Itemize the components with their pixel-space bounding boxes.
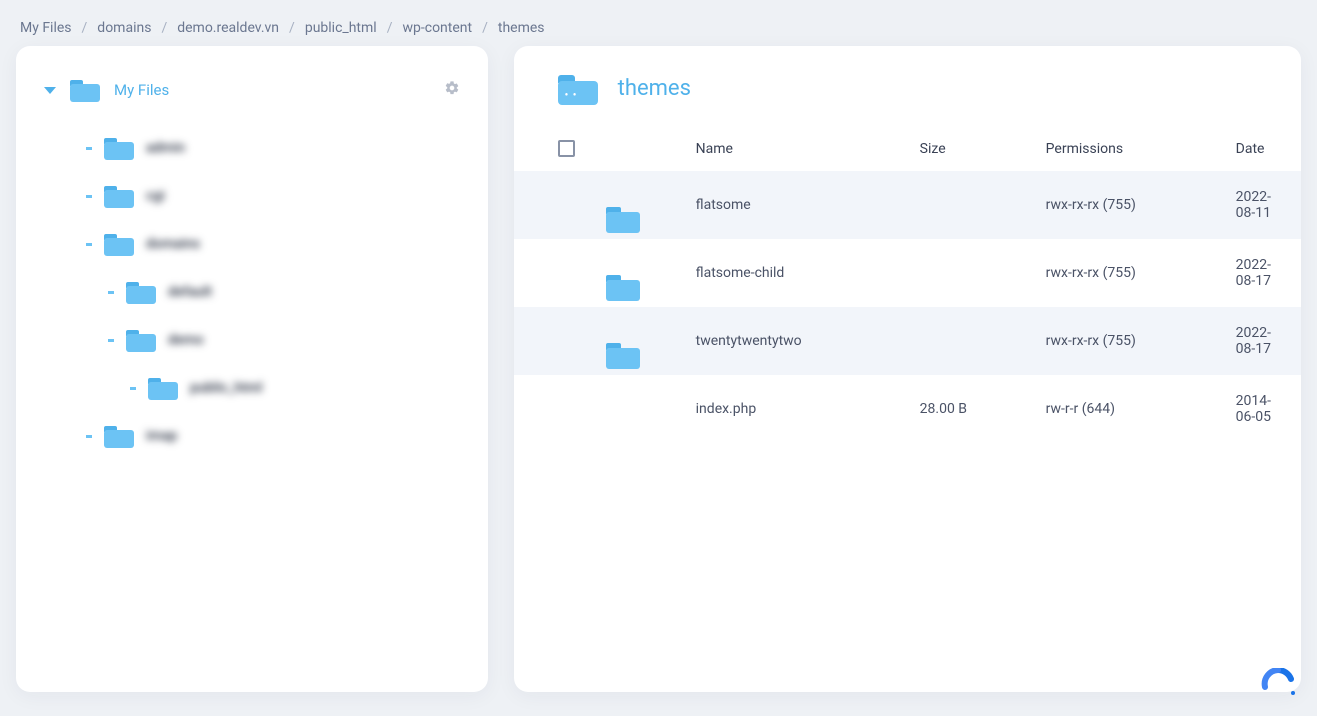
breadcrumb-separator: / <box>289 20 295 36</box>
tree-item-label: default <box>168 284 212 300</box>
row-permissions: rw-r-r (644) <box>1046 401 1236 417</box>
table-row[interactable]: flatsome-child rwx-rx-rx (755)2022-08-17 <box>514 239 1301 307</box>
row-date: 2022-08-17 <box>1236 325 1271 357</box>
folder-icon <box>126 280 156 304</box>
tree-item-label: public_html <box>190 380 262 396</box>
breadcrumb-item[interactable]: public_html <box>305 20 377 36</box>
tree-item[interactable]: default <box>66 268 466 316</box>
tree-item[interactable]: demo <box>66 316 466 364</box>
tree-tick-icon <box>108 291 114 294</box>
current-folder-title: themes <box>618 76 691 101</box>
row-date: 2022-08-17 <box>1236 257 1271 289</box>
row-size: 28.00 B <box>920 401 1046 417</box>
tree-item[interactable]: cgi <box>66 172 466 220</box>
col-name-header[interactable]: Name <box>696 141 920 157</box>
tree-tick-icon <box>108 339 114 342</box>
sidebar-panel: My Files admin cgi domains default demo publi… <box>16 46 488 692</box>
row-date: 2022-08-11 <box>1236 189 1271 221</box>
tree-item-label: cgi <box>146 188 165 204</box>
row-name: flatsome <box>696 197 920 213</box>
row-date: 2014-06-05 <box>1236 393 1271 425</box>
breadcrumb-separator: / <box>161 20 167 36</box>
tree-item[interactable]: admin <box>66 124 466 172</box>
folder-icon <box>148 376 178 400</box>
col-date-header[interactable]: Date <box>1236 141 1271 157</box>
gear-icon[interactable] <box>444 80 460 101</box>
caret-down-icon[interactable] <box>44 87 56 94</box>
tree-tick-icon <box>130 387 136 390</box>
tree-item-label: demo <box>168 332 204 348</box>
table-row[interactable]: twentytwentytwo rwx-rx-rx (755)2022-08-17 <box>514 307 1301 375</box>
table-row[interactable]: index.php28.00 Brw-r-r (644)2014-06-05 <box>514 375 1301 443</box>
row-permissions: rwx-rx-rx (755) <box>1046 197 1236 213</box>
col-permissions-header[interactable]: Permissions <box>1046 141 1236 157</box>
folder-icon <box>104 184 134 208</box>
tree-root-label: My Files <box>114 81 169 99</box>
row-permissions: rwx-rx-rx (755) <box>1046 333 1236 349</box>
breadcrumb-separator: / <box>387 20 393 36</box>
breadcrumb-separator: / <box>482 20 488 36</box>
panel-header: • • themes <box>514 50 1301 126</box>
file-list-panel: • • themes Name Size Permissions Date fl… <box>514 46 1301 692</box>
breadcrumb-item[interactable]: domains <box>97 20 151 36</box>
row-name: index.php <box>696 401 920 417</box>
tree-item[interactable]: public_html <box>66 364 466 412</box>
folder-icon <box>104 232 134 256</box>
breadcrumb-separator: / <box>82 20 88 36</box>
row-permissions: rwx-rx-rx (755) <box>1046 265 1236 281</box>
select-all-checkbox[interactable] <box>558 140 575 157</box>
table-row[interactable]: flatsome rwx-rx-rx (755)2022-08-11 <box>514 171 1301 239</box>
breadcrumb-item[interactable]: themes <box>498 20 545 36</box>
breadcrumb: My Files / domains / demo.realdev.vn / public_… <box>0 0 1317 46</box>
tree-item[interactable]: domains <box>66 220 466 268</box>
row-name: twentytwentytwo <box>696 333 920 349</box>
folder-icon <box>104 424 134 448</box>
tree-item[interactable]: imap <box>66 412 466 460</box>
tree-tick-icon <box>86 147 92 150</box>
folder-icon <box>70 78 100 102</box>
breadcrumb-item[interactable]: demo.realdev.vn <box>177 20 279 36</box>
tree-tick-icon <box>86 195 92 198</box>
tree-tick-icon <box>86 435 92 438</box>
breadcrumb-item[interactable]: wp-content <box>402 20 472 36</box>
folder-icon <box>104 136 134 160</box>
breadcrumb-item[interactable]: My Files <box>20 20 72 36</box>
folder-icon <box>126 328 156 352</box>
tree-root[interactable]: My Files <box>38 74 466 106</box>
col-size-header[interactable]: Size <box>920 141 1046 157</box>
table-header: Name Size Permissions Date <box>514 126 1301 171</box>
tree-item-label: imap <box>146 428 177 444</box>
folder-up-icon[interactable]: • • <box>558 72 598 104</box>
tree-item-label: domains <box>146 236 200 252</box>
tree-item-label: admin <box>146 140 185 156</box>
row-name: flatsome-child <box>696 265 920 281</box>
recaptcha-badge <box>1255 668 1301 698</box>
tree-tick-icon <box>86 243 92 246</box>
